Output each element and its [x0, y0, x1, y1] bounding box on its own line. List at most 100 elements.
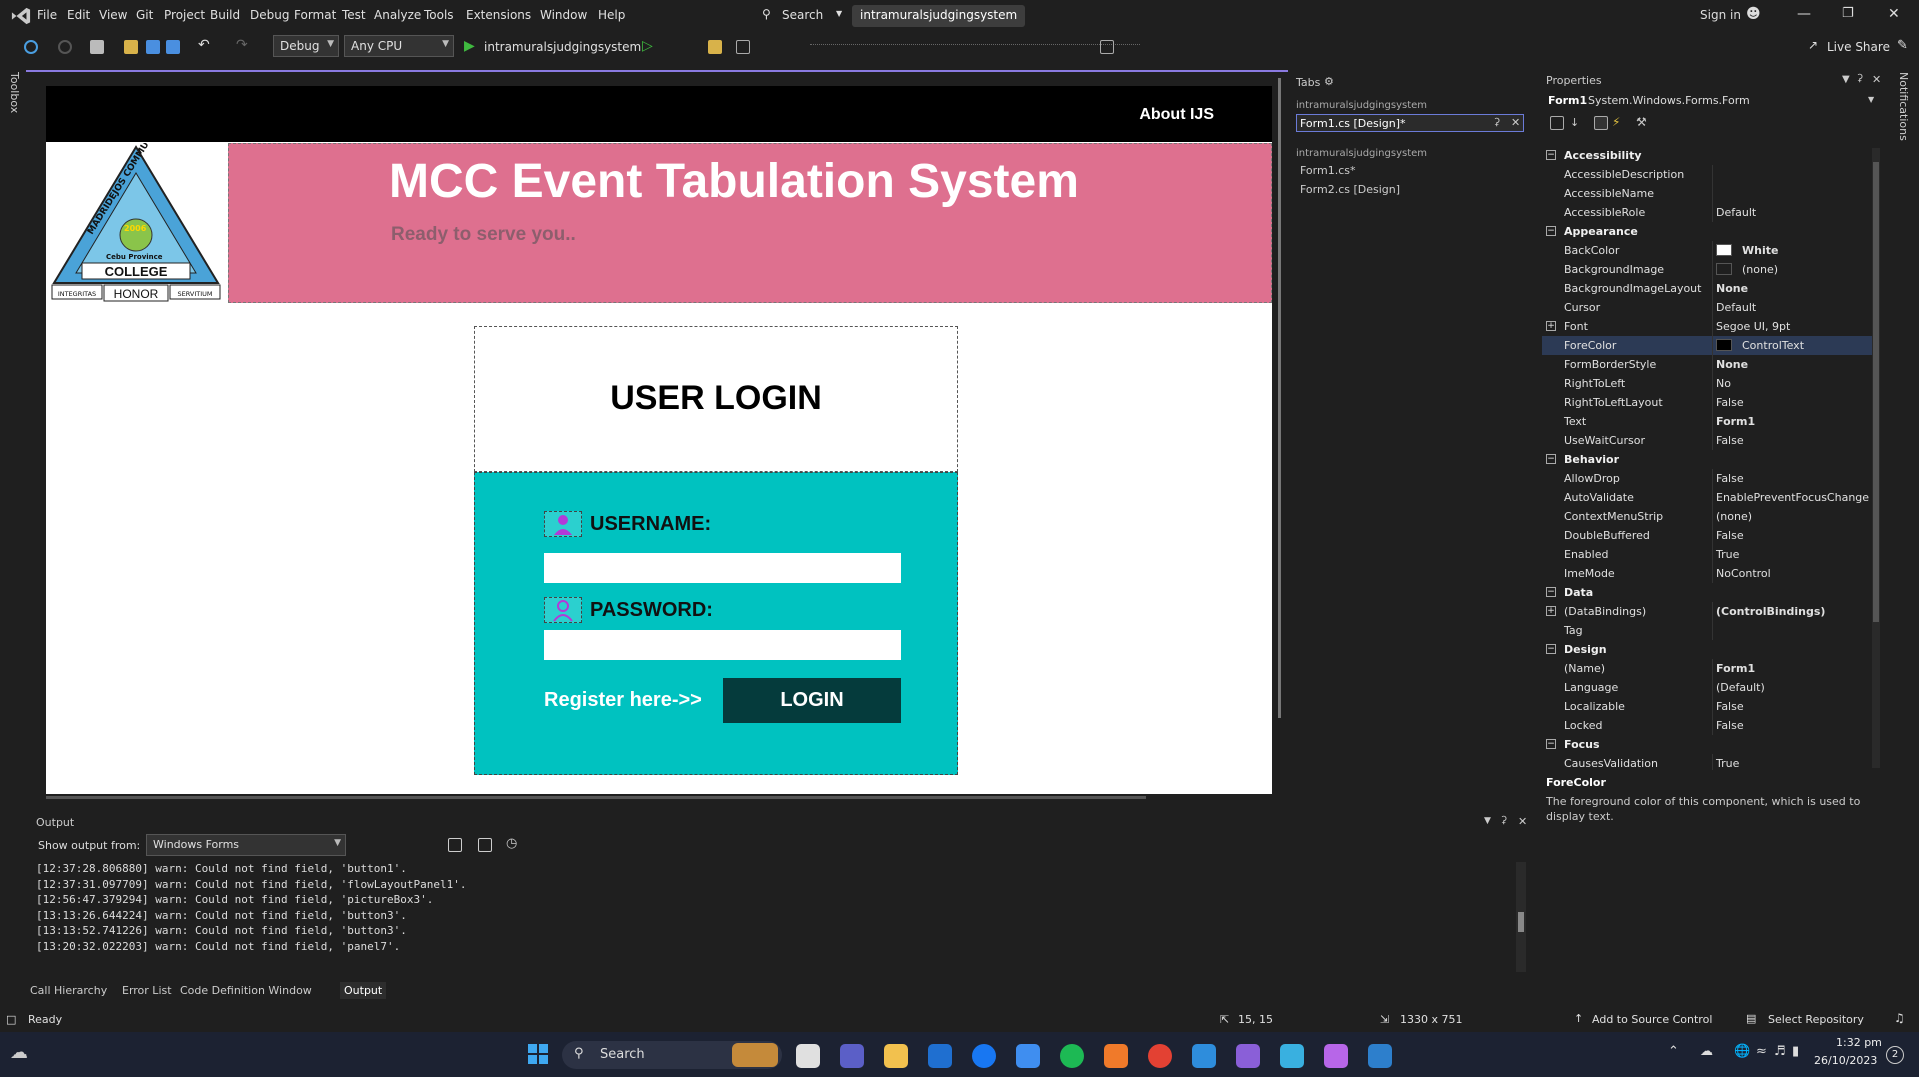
tab-form1-design[interactable]: Form1.cs [Design]* ⚳ ✕	[1296, 114, 1524, 132]
output-source-dropdown[interactable]: Windows Forms ▼	[146, 834, 346, 856]
property-row[interactable]: AccessibleDescription	[1542, 165, 1872, 184]
menu-extensions[interactable]: Extensions	[466, 8, 531, 22]
property-row[interactable]: UseWaitCursor False	[1542, 431, 1872, 450]
menu-help[interactable]: Help	[598, 8, 625, 22]
onedrive-icon[interactable]: ☁	[1700, 1044, 1713, 1059]
expand-icon[interactable]: +	[1546, 321, 1556, 331]
property-value[interactable]: ControlText	[1742, 339, 1804, 352]
alphabetical-icon[interactable]: ↓	[1570, 116, 1584, 130]
property-value[interactable]: (none)	[1716, 510, 1752, 523]
property-row[interactable]: + Font Segoe UI, 9pt	[1542, 317, 1872, 336]
property-value[interactable]: White	[1742, 244, 1778, 257]
media-icon[interactable]	[1324, 1044, 1348, 1068]
menu-window[interactable]: Window	[540, 8, 587, 22]
menu-file[interactable]: File	[37, 8, 57, 22]
windows-start-icon[interactable]	[528, 1044, 548, 1064]
property-value[interactable]: EnablePreventFocusChange	[1716, 491, 1869, 504]
start-icon[interactable]: ▶	[464, 38, 478, 54]
tab-output[interactable]: Output	[340, 982, 387, 999]
property-row[interactable]: RightToLeft No	[1542, 374, 1872, 393]
taskbar-search[interactable]: ⚲ Search	[562, 1041, 782, 1069]
photos-icon[interactable]	[1368, 1044, 1392, 1068]
visual-studio-icon[interactable]	[1236, 1044, 1260, 1068]
property-value[interactable]: False	[1716, 700, 1744, 713]
property-row[interactable]: Cursor Default	[1542, 298, 1872, 317]
property-row[interactable]: FormBorderStyle None	[1542, 355, 1872, 374]
menu-debug[interactable]: Debug	[250, 8, 289, 22]
close-button[interactable]: ✕	[1888, 6, 1900, 22]
chrome-icon[interactable]	[1148, 1044, 1172, 1068]
property-row[interactable]: (Name) Form1	[1542, 659, 1872, 678]
property-row[interactable]: BackColor White	[1542, 241, 1872, 260]
tab-error-list[interactable]: Error List	[122, 984, 172, 997]
property-value[interactable]: Default	[1716, 206, 1756, 219]
menu-format[interactable]: Format	[294, 8, 336, 22]
clock-date[interactable]: 26/10/2023	[1814, 1054, 1877, 1067]
undo-icon[interactable]: ↶	[198, 37, 212, 53]
menu-view[interactable]: View	[99, 8, 127, 22]
property-category[interactable]: − Focus	[1542, 735, 1872, 754]
configuration-dropdown[interactable]: Debug ▼	[273, 35, 339, 57]
gear-icon[interactable]: ⚙	[1324, 75, 1334, 88]
property-row[interactable]: Localizable False	[1542, 697, 1872, 716]
password-input[interactable]	[544, 630, 901, 660]
chevron-down-icon[interactable]: ▼	[1484, 816, 1491, 826]
spotify-icon[interactable]	[1060, 1044, 1084, 1068]
designer-horizontal-scrollbar[interactable]	[46, 796, 1146, 799]
property-category[interactable]: − Accessibility	[1542, 146, 1872, 165]
pin-icon[interactable]: ⚳	[1856, 73, 1863, 84]
property-row[interactable]: ContextMenuStrip (none)	[1542, 507, 1872, 526]
property-row[interactable]: RightToLeftLayout False	[1542, 393, 1872, 412]
property-value[interactable]: (none)	[1742, 263, 1778, 276]
property-category[interactable]: − Design	[1542, 640, 1872, 659]
layout-icon[interactable]	[736, 40, 750, 54]
pin-icon[interactable]: ⚳	[1493, 117, 1500, 128]
add-to-source-control[interactable]: Add to Source Control	[1592, 1013, 1712, 1026]
close-icon[interactable]: ✕	[1518, 815, 1527, 828]
notification-badge[interactable]: 2	[1886, 1046, 1904, 1064]
property-category[interactable]: − Appearance	[1542, 222, 1872, 241]
designer-vertical-scrollbar[interactable]	[1278, 78, 1281, 718]
tab-code-definition-window[interactable]: Code Definition Window	[180, 984, 312, 997]
property-row[interactable]: DoubleBuffered False	[1542, 526, 1872, 545]
feedback-icon[interactable]: ✎	[1897, 38, 1908, 53]
property-value[interactable]: None	[1716, 358, 1748, 371]
chevron-down-icon[interactable]: ▼	[1842, 74, 1850, 85]
tab-form1-cs[interactable]: Form1.cs*	[1300, 164, 1355, 177]
property-value[interactable]: Default	[1716, 301, 1756, 314]
property-row[interactable]: Enabled True	[1542, 545, 1872, 564]
close-icon[interactable]: ✕	[1872, 73, 1881, 86]
property-value[interactable]: Segoe UI, 9pt	[1716, 320, 1790, 333]
sign-in-link[interactable]: Sign in	[1700, 8, 1741, 22]
output-text[interactable]: [12:37:28.806880] warn: Could not find f…	[36, 862, 1504, 972]
forward-icon[interactable]	[58, 40, 72, 54]
property-row[interactable]: AllowDrop False	[1542, 469, 1872, 488]
property-row[interactable]: AccessibleName	[1542, 184, 1872, 203]
categorized-icon[interactable]	[1550, 116, 1564, 130]
restore-button[interactable]: ❐	[1842, 6, 1854, 21]
property-category[interactable]: − Behavior	[1542, 450, 1872, 469]
battery-icon[interactable]: ▮	[1792, 1044, 1799, 1059]
show-hidden-icons[interactable]: ⌃	[1668, 1044, 1679, 1059]
property-row[interactable]: CausesValidation True	[1542, 754, 1872, 770]
clear-all-icon[interactable]	[448, 838, 462, 852]
menu-git[interactable]: Git	[136, 8, 153, 22]
start-without-debugging-icon[interactable]: ▷	[642, 38, 656, 54]
toolbox-icon[interactable]	[708, 40, 722, 54]
property-row[interactable]: BackgroundImageLayout None	[1542, 279, 1872, 298]
property-row[interactable]: Text Form1	[1542, 412, 1872, 431]
save-all-icon[interactable]	[166, 40, 180, 54]
collapse-icon[interactable]: −	[1546, 587, 1556, 597]
property-value[interactable]: True	[1716, 548, 1739, 561]
word-wrap-icon[interactable]	[478, 838, 492, 852]
collapse-icon[interactable]: −	[1546, 739, 1556, 749]
select-repository[interactable]: Select Repository	[1768, 1013, 1864, 1026]
property-row[interactable]: Locked False	[1542, 716, 1872, 735]
notifications-tab[interactable]: Notifications	[1897, 72, 1910, 141]
property-value[interactable]: NoControl	[1716, 567, 1771, 580]
property-value[interactable]: False	[1716, 396, 1744, 409]
visual-studio-logo-icon[interactable]	[10, 6, 32, 26]
clock-time[interactable]: 1:32 pm	[1836, 1036, 1882, 1049]
xampp-icon[interactable]	[1104, 1044, 1128, 1068]
property-value[interactable]: Form1	[1716, 415, 1755, 428]
